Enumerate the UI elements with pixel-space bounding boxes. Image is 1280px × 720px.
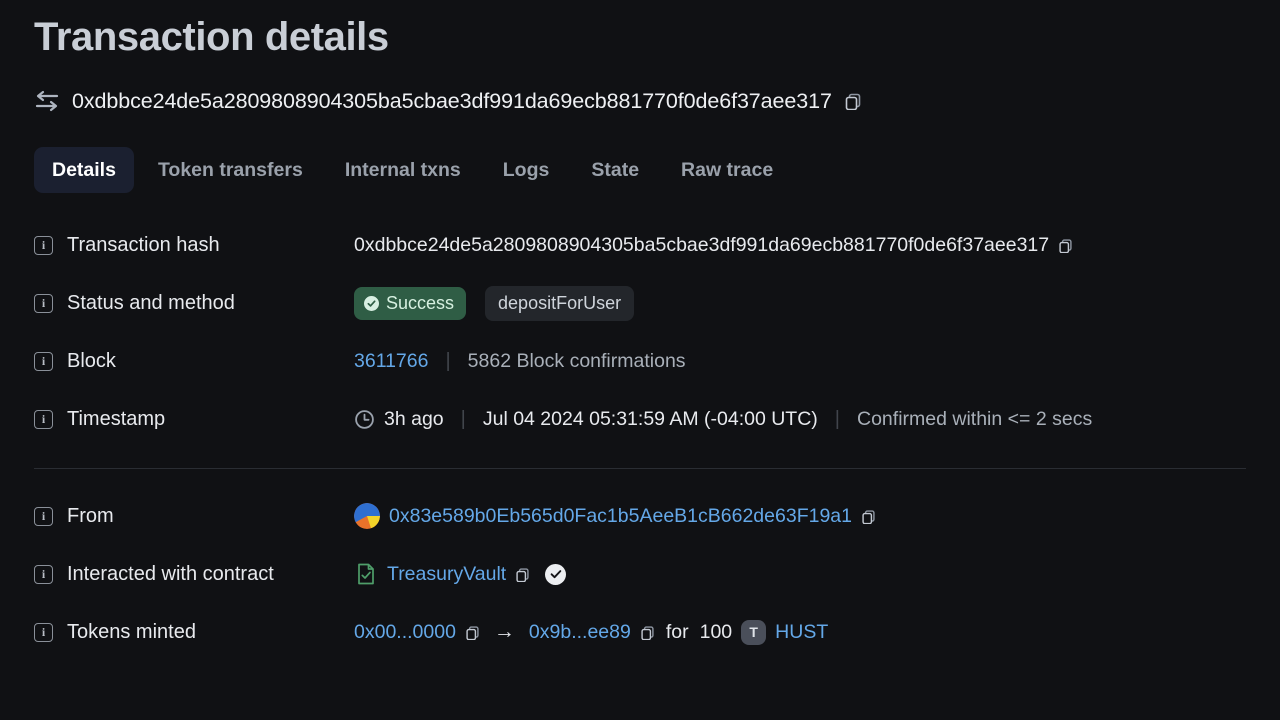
row-value-interacted-with-contract: TreasuryVault xyxy=(354,562,567,586)
copy-icon[interactable] xyxy=(861,509,876,524)
row-value-status-and-method: Success depositForUser xyxy=(354,285,635,321)
label-text: Interacted with contract xyxy=(67,562,274,585)
row-value-transaction-hash: 0xdbbce24de5a2809808904305ba5cbae3df991d… xyxy=(354,234,1073,257)
tab-details[interactable]: Details xyxy=(34,147,134,193)
info-icon[interactable]: i xyxy=(34,506,53,526)
label-text: Status and method xyxy=(67,291,235,314)
status-badge: Success xyxy=(354,286,467,320)
divider-pipe: | xyxy=(834,407,840,430)
token-symbol-link[interactable]: HUST xyxy=(775,621,828,644)
copy-icon[interactable] xyxy=(1058,238,1073,253)
token-from-address-link[interactable]: 0x00...0000 xyxy=(354,621,456,644)
label-text: Block xyxy=(67,349,116,372)
method-badge: depositForUser xyxy=(485,285,635,321)
tab-token-transfers[interactable]: Token transfers xyxy=(140,147,321,193)
transaction-hash-value: 0xdbbce24de5a2809808904305ba5cbae3df991d… xyxy=(72,88,832,113)
label-text: From xyxy=(67,504,114,527)
verified-check-icon xyxy=(545,563,567,585)
row-value-timestamp: 3h ago | Jul 04 2024 05:31:59 AM (-04:00… xyxy=(354,408,1092,431)
row-status-and-method: i Status and method Success depositForUs… xyxy=(34,274,1246,332)
tab-raw-trace[interactable]: Raw trace xyxy=(663,147,791,193)
tab-state[interactable]: State xyxy=(573,147,657,193)
row-value-block: 3611766 | 5862 Block confirmations xyxy=(354,350,686,373)
copy-icon[interactable] xyxy=(844,92,862,110)
contract-name-link[interactable]: TreasuryVault xyxy=(387,563,506,586)
row-value-from: 0x83e589b0Eb565d0Fac1b5AeeB1cB662de63F19… xyxy=(354,503,876,529)
section-divider xyxy=(34,468,1246,469)
info-icon[interactable]: i xyxy=(34,235,53,255)
timestamp-relative: 3h ago xyxy=(384,407,444,430)
timestamp-absolute: Jul 04 2024 05:31:59 AM (-04:00 UTC) xyxy=(482,407,818,430)
row-label-from: i From xyxy=(34,505,354,528)
copy-icon[interactable] xyxy=(640,625,655,640)
divider-pipe: | xyxy=(445,349,451,372)
row-label-status-and-method: i Status and method xyxy=(34,292,354,315)
avatar xyxy=(354,503,380,529)
swap-arrows-icon xyxy=(34,90,60,112)
clock-icon xyxy=(354,409,375,430)
copy-icon[interactable] xyxy=(515,567,530,582)
token-amount: 100 xyxy=(699,620,733,643)
status-text: Success xyxy=(386,292,455,313)
info-icon[interactable]: i xyxy=(34,351,53,371)
block-number-link[interactable]: 3611766 xyxy=(354,350,428,373)
label-text: Transaction hash xyxy=(67,233,220,256)
row-from: i From 0x83e589b0Eb565d0Fac1b5AeeB1cB662… xyxy=(34,487,1246,545)
divider-pipe: | xyxy=(460,407,466,430)
transaction-details-page: Transaction details 0xdbbce24de5a2809808… xyxy=(0,0,1280,720)
row-label-block: i Block xyxy=(34,350,354,373)
tab-internal-txns[interactable]: Internal txns xyxy=(327,147,479,193)
transaction-hash-text: 0xdbbce24de5a2809808904305ba5cbae3df991d… xyxy=(354,233,1050,256)
copy-icon[interactable] xyxy=(465,625,480,640)
row-label-timestamp: i Timestamp xyxy=(34,408,354,431)
detail-rows: i Transaction hash 0xdbbce24de5a28098089… xyxy=(34,216,1246,661)
info-icon[interactable]: i xyxy=(34,564,53,584)
row-label-transaction-hash: i Transaction hash xyxy=(34,234,354,257)
transaction-hash-header: 0xdbbce24de5a2809808904305ba5cbae3df991d… xyxy=(34,84,1246,118)
token-to-address-link[interactable]: 0x9b...ee89 xyxy=(529,621,631,644)
for-label: for xyxy=(665,620,689,643)
row-label-tokens-minted: i Tokens minted xyxy=(34,621,354,644)
arrow-right-icon: → xyxy=(493,620,515,643)
row-interacted-with-contract: i Interacted with contract TreasuryVault xyxy=(34,545,1246,603)
page-title: Transaction details xyxy=(34,15,389,59)
from-address-link[interactable]: 0x83e589b0Eb565d0Fac1b5AeeB1cB662de63F19… xyxy=(389,505,852,528)
info-icon[interactable]: i xyxy=(34,409,53,429)
timestamp-confirmed-within: Confirmed within <= 2 secs xyxy=(857,407,1093,430)
token-badge-icon: T xyxy=(741,619,767,645)
check-circle-icon xyxy=(364,295,379,311)
info-icon[interactable]: i xyxy=(34,622,53,642)
row-tokens-minted: i Tokens minted 0x00...0000 → 0x9b...ee8… xyxy=(34,603,1246,661)
block-confirmations: 5862 Block confirmations xyxy=(467,349,686,372)
label-text: Tokens minted xyxy=(67,620,196,643)
row-label-interacted-with-contract: i Interacted with contract xyxy=(34,563,354,586)
row-timestamp: i Timestamp 3h ago | Jul 04 2024 05:31:5… xyxy=(34,390,1246,448)
label-text: Timestamp xyxy=(67,407,166,430)
row-transaction-hash: i Transaction hash 0xdbbce24de5a28098089… xyxy=(34,216,1246,274)
tab-bar: Details Token transfers Internal txns Lo… xyxy=(34,146,1246,194)
info-icon[interactable]: i xyxy=(34,293,53,313)
tab-logs[interactable]: Logs xyxy=(485,147,568,193)
row-block: i Block 3611766 | 5862 Block confirmatio… xyxy=(34,332,1246,390)
row-value-tokens-minted: 0x00...0000 → 0x9b...ee89 for 100 T HUST xyxy=(354,619,828,645)
contract-document-icon xyxy=(354,562,378,586)
